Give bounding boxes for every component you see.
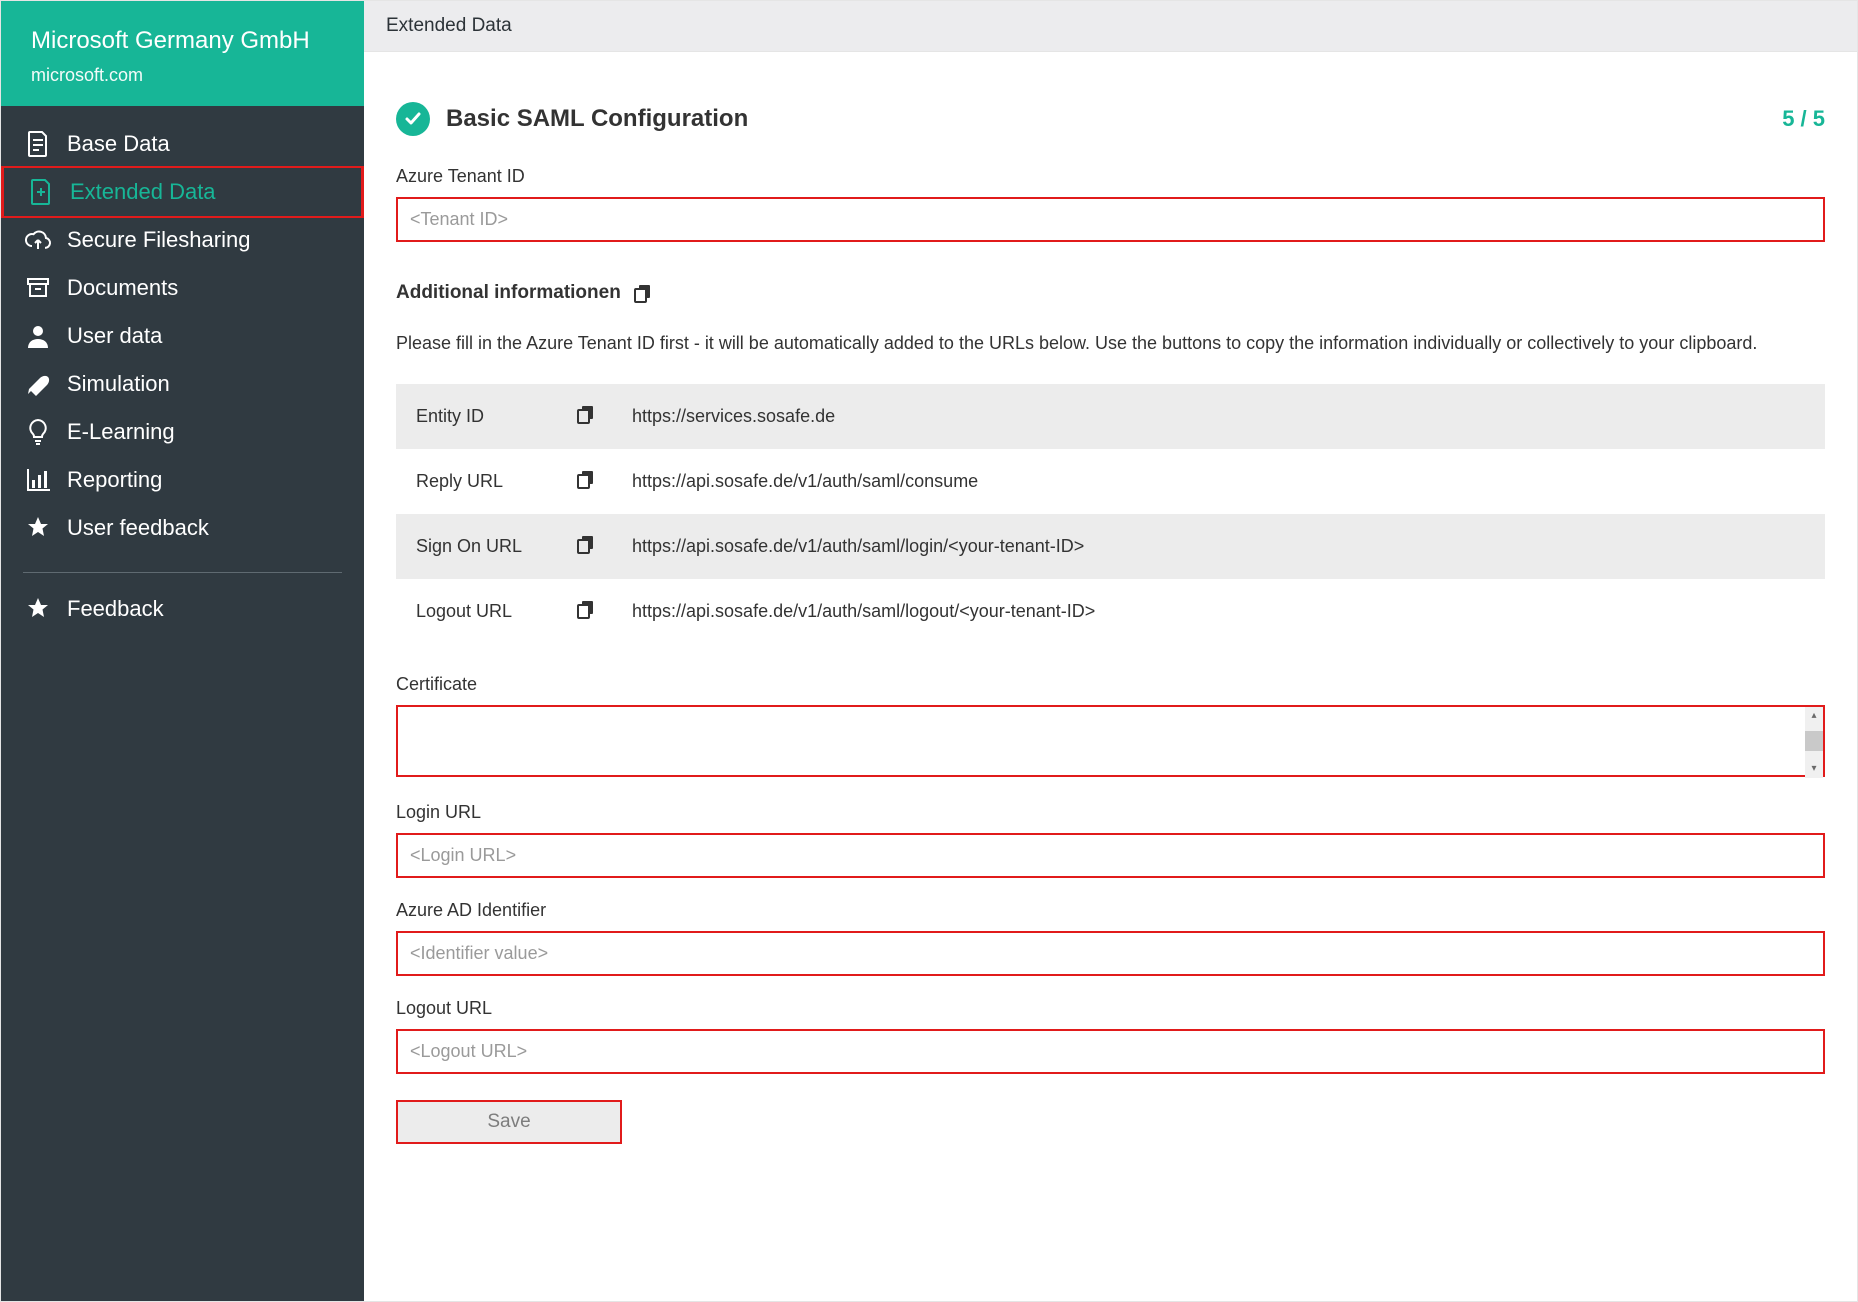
row-label: Logout URL: [396, 579, 556, 644]
main: Extended Data Basic SAML Configuration 5…: [364, 1, 1857, 1301]
row-value: https://api.sosafe.de/v1/auth/saml/logou…: [616, 579, 1825, 644]
sidebar-item-documents[interactable]: Documents: [1, 264, 364, 312]
save-button[interactable]: Save: [396, 1100, 622, 1144]
sidebar-item-extended-data[interactable]: Extended Data: [1, 166, 364, 218]
sidebar-item-label: User data: [67, 323, 162, 349]
sidebar-header: Microsoft Germany GmbH microsoft.com: [1, 1, 364, 106]
info-table: Entity ID https://services.sosafe.de Rep…: [396, 384, 1825, 644]
sidebar-item-label: Base Data: [67, 131, 170, 157]
row-label: Sign On URL: [396, 514, 556, 579]
sidebar-item-user-feedback[interactable]: User feedback: [1, 504, 364, 552]
azure-ad-identifier-input[interactable]: [396, 931, 1825, 976]
row-value: https://api.sosafe.de/v1/auth/saml/consu…: [616, 449, 1825, 514]
company-domain: microsoft.com: [31, 65, 334, 86]
row-value: https://api.sosafe.de/v1/auth/saml/login…: [616, 514, 1825, 579]
table-row: Reply URL https://api.sosafe.de/v1/auth/…: [396, 449, 1825, 514]
login-url-label: Login URL: [396, 802, 1825, 823]
scrollbar-thumb[interactable]: [1805, 731, 1823, 751]
user-icon: [23, 324, 53, 348]
sidebar-item-user-data[interactable]: User data: [1, 312, 364, 360]
cloud-upload-icon: [23, 229, 53, 251]
section-title: Basic SAML Configuration: [446, 105, 1782, 133]
sidebar-item-reporting[interactable]: Reporting: [1, 456, 364, 504]
scroll-down-icon[interactable]: ▾: [1805, 760, 1823, 778]
sidebar-item-feedback[interactable]: Feedback: [1, 585, 364, 633]
table-row: Logout URL https://api.sosafe.de/v1/auth…: [396, 579, 1825, 644]
copy-all-button[interactable]: [633, 283, 653, 303]
check-circle-icon: [396, 102, 430, 136]
azure-ad-identifier-label: Azure AD Identifier: [396, 900, 1825, 921]
row-value: https://services.sosafe.de: [616, 384, 1825, 449]
rocket-icon: [23, 372, 53, 396]
row-label: Reply URL: [396, 449, 556, 514]
copy-button[interactable]: [576, 534, 596, 554]
document-icon: [23, 131, 53, 157]
row-label: Entity ID: [396, 384, 556, 449]
additional-info-heading: Additional informationen: [396, 282, 1825, 304]
sidebar-item-base-data[interactable]: Base Data: [1, 120, 364, 168]
certificate-label: Certificate: [396, 674, 1825, 695]
app-root: Microsoft Germany GmbH microsoft.com Bas…: [0, 0, 1858, 1302]
help-text: Please fill in the Azure Tenant ID first…: [396, 330, 1825, 358]
copy-button[interactable]: [576, 599, 596, 619]
star-icon: [23, 516, 53, 540]
archive-icon: [23, 276, 53, 300]
content: Basic SAML Configuration 5 / 5 Azure Ten…: [364, 52, 1857, 1144]
bar-chart-icon: [23, 469, 53, 491]
tenant-id-label: Azure Tenant ID: [396, 166, 1825, 187]
scroll-up-icon[interactable]: ▴: [1805, 707, 1823, 725]
topbar: Extended Data: [364, 1, 1857, 52]
sidebar-item-label: Secure Filesharing: [67, 227, 250, 253]
document-plus-icon: [26, 179, 56, 205]
lightbulb-icon: [23, 419, 53, 445]
copy-button[interactable]: [576, 404, 596, 424]
sidebar: Microsoft Germany GmbH microsoft.com Bas…: [1, 1, 364, 1301]
logout-url-input[interactable]: [396, 1029, 1825, 1074]
logout-url-label: Logout URL: [396, 998, 1825, 1019]
copy-button[interactable]: [576, 469, 596, 489]
sidebar-item-e-learning[interactable]: E-Learning: [1, 408, 364, 456]
sidebar-item-secure-filesharing[interactable]: Secure Filesharing: [1, 216, 364, 264]
sidebar-item-label: Feedback: [67, 596, 164, 622]
sidebar-item-label: Reporting: [67, 467, 162, 493]
sidebar-item-label: Documents: [67, 275, 178, 301]
login-url-input[interactable]: [396, 833, 1825, 878]
sidebar-item-label: E-Learning: [67, 419, 175, 445]
sidebar-divider: [23, 572, 342, 573]
breadcrumb: Extended Data: [386, 15, 512, 36]
certificate-wrapper: ▴ ▾: [396, 705, 1825, 780]
sidebar-nav: Base Data Extended Data Secure Fileshari…: [1, 106, 364, 633]
company-name: Microsoft Germany GmbH: [31, 27, 334, 55]
star-icon: [23, 597, 53, 621]
table-row: Entity ID https://services.sosafe.de: [396, 384, 1825, 449]
sidebar-item-simulation[interactable]: Simulation: [1, 360, 364, 408]
section-header: Basic SAML Configuration 5 / 5: [396, 102, 1825, 136]
certificate-input[interactable]: [396, 705, 1825, 777]
sidebar-item-label: User feedback: [67, 515, 209, 541]
tenant-id-input[interactable]: [396, 197, 1825, 242]
progress-counter: 5 / 5: [1782, 106, 1825, 132]
sidebar-item-label: Simulation: [67, 371, 170, 397]
sidebar-item-label: Extended Data: [70, 179, 216, 205]
table-row: Sign On URL https://api.sosafe.de/v1/aut…: [396, 514, 1825, 579]
additional-info-heading-text: Additional informationen: [396, 282, 621, 304]
